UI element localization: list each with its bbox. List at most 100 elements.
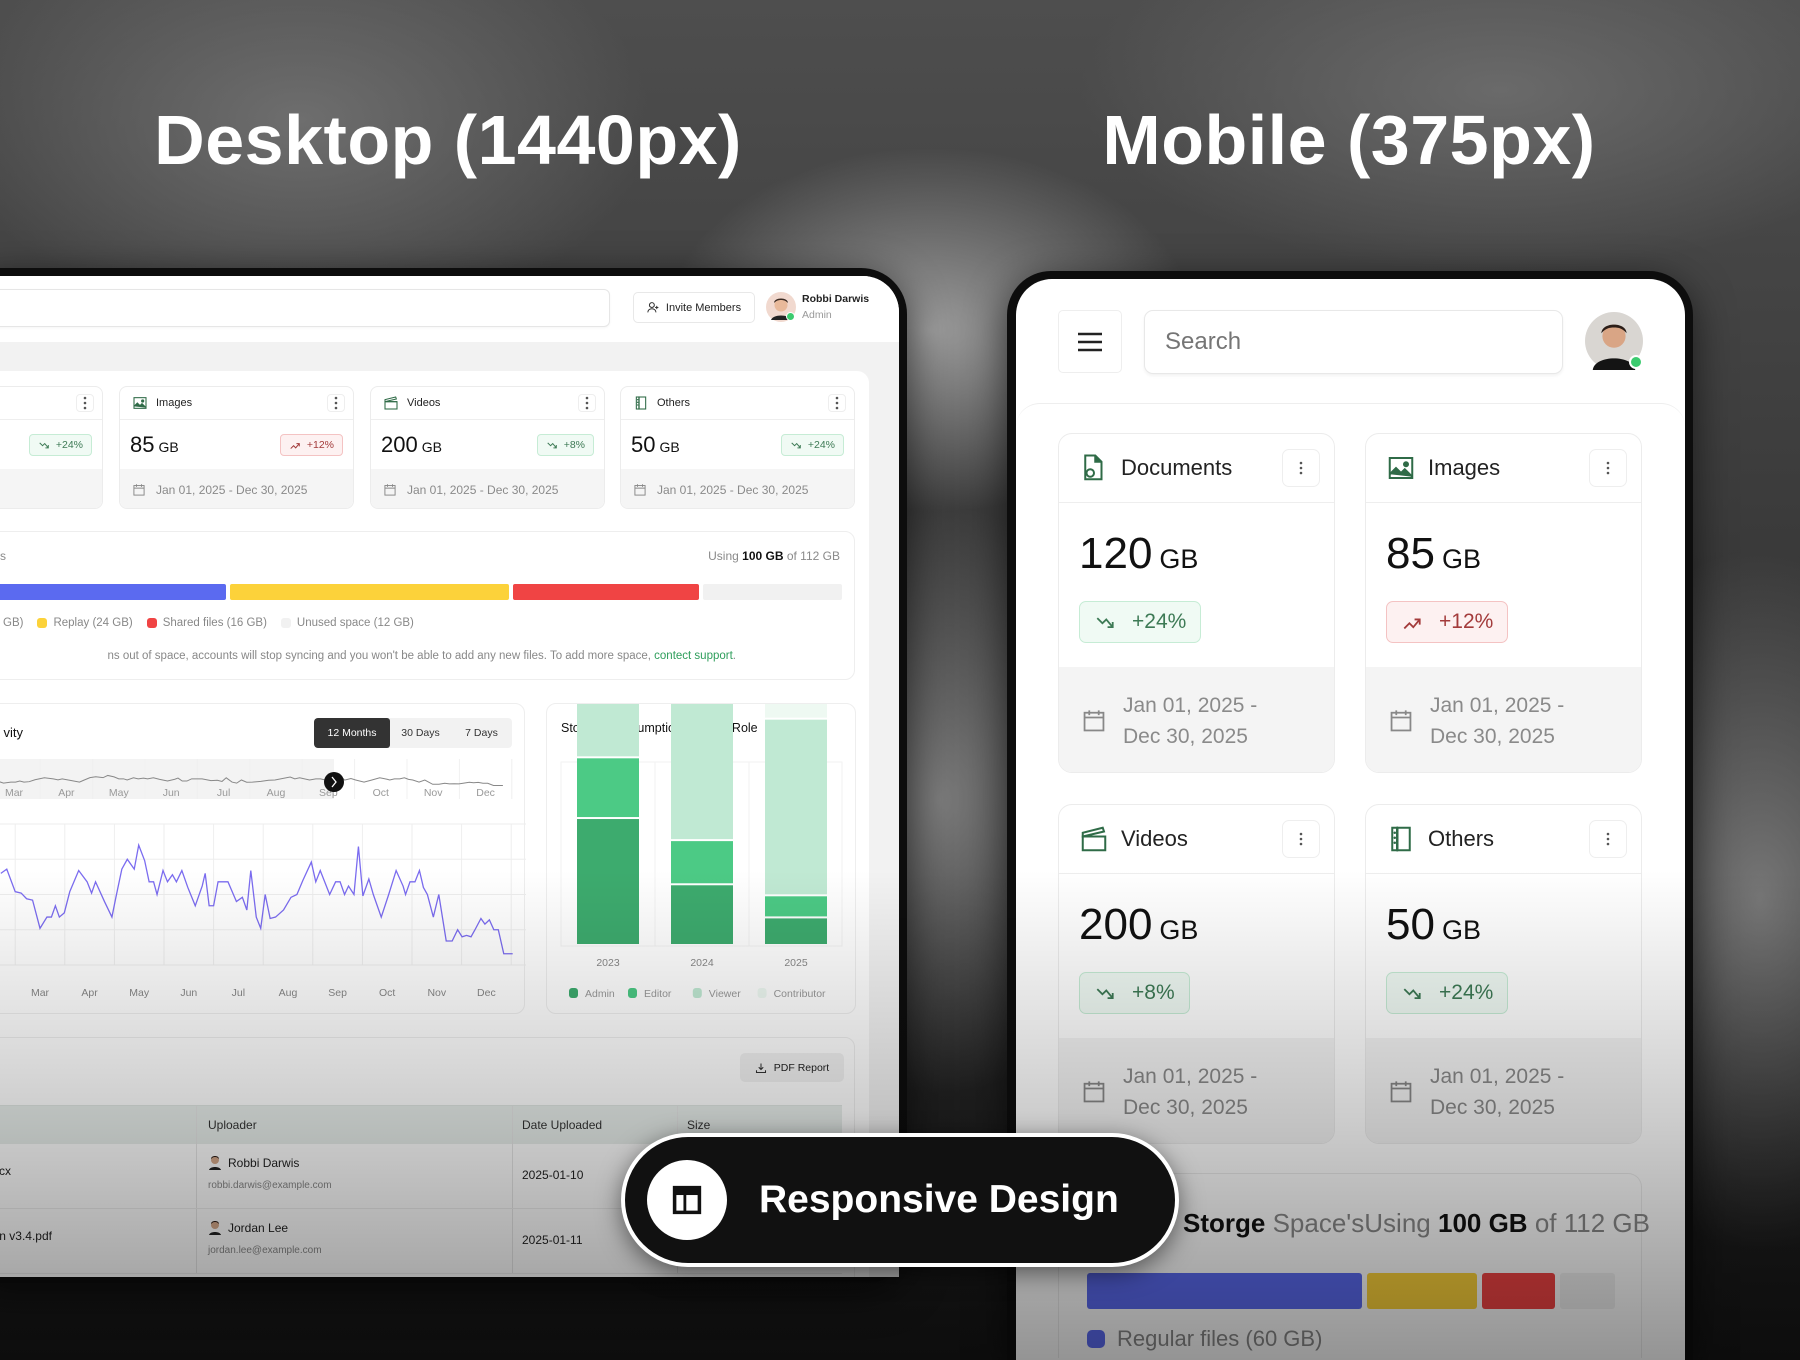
pdf-report-button[interactable]: PDF Report [740,1053,844,1082]
x-tick-label: Mar [31,987,50,999]
file-name[interactable]: 1.0.docx [0,1164,11,1178]
search-input[interactable] [1144,310,1563,374]
video-icon [384,396,398,410]
storage-card: 's Using 100 GB of 112 GB GB) Replay (24… [0,531,855,680]
bar-viewer-2025 [765,719,827,895]
layout-icon [647,1160,727,1240]
brush-handle-circle [324,772,344,792]
card-value: 50 GB +24% [1366,874,1641,1038]
usage-total: of 112 GB [1534,1208,1650,1238]
online-status-dot [1629,355,1643,369]
role-stacked-bar-chart: 2023 2024 2025 Admin Editor Viewer Contributor [560,704,843,1000]
trend-down-icon [1096,988,1114,1000]
column-header-date[interactable]: Date Uploaded [522,1118,602,1132]
storage-amount: 50 [1386,900,1435,949]
bar-admin-2025 [765,918,827,944]
contact-support-link[interactable]: contect support [654,650,733,662]
usage-total: of 112 GB [786,549,840,563]
column-header-size[interactable]: Size [687,1118,710,1132]
storage-unit: GB [421,439,442,455]
bar-editor-2025 [765,896,827,917]
more-options-button[interactable] [327,394,345,412]
legend-swatch [37,618,48,628]
storage-note: ns out of space, accounts will stop sync… [108,650,737,662]
legend-label: Editor [644,988,672,1000]
user-plus-icon [647,302,659,313]
legend-item: Replay (24 GB) [37,617,133,629]
more-options-button[interactable] [578,394,596,412]
desktop-heading: Desktop (1440px) [154,101,742,179]
avatar[interactable] [766,292,796,322]
mini-x-tick-label: May [109,787,130,799]
activity-line-chart: MarMarAprAprMayMayJunJunJulJulAugAugSepS… [0,759,526,999]
storage-unit: GB [1441,544,1481,574]
legend-swatch [146,618,157,628]
hamburger-icon [1078,332,1102,351]
kebab-icon [1606,461,1610,475]
storage-amount: 50 [631,431,656,457]
card-value: 120GB +24% [1059,503,1334,667]
usage-used: 100 GB [742,549,784,563]
invite-members-label: Invite Members [665,301,742,314]
more-options-button[interactable] [1282,820,1320,858]
kebab-icon [835,396,839,410]
legend-swatch [1087,1330,1105,1348]
change-value: +24% [1439,981,1494,1004]
kebab-icon [83,396,87,410]
more-options-button[interactable] [1282,449,1320,487]
storage-unit: GB [1441,915,1481,945]
uploader-avatar [209,1156,221,1170]
card-title: Videos [407,397,441,409]
calendar-icon [1083,709,1105,731]
x-tick-label: Sep [328,987,347,999]
card-title: Images [1428,455,1501,480]
book-icon [1391,826,1411,852]
badge-label: Responsive Design [759,1178,1119,1221]
storage-bar [1087,1273,1615,1309]
download-icon [755,1063,766,1073]
avatar[interactable] [1585,312,1643,370]
storage-bar [0,584,842,600]
date-uploaded: 2025-01-10 [522,1168,584,1182]
card-date-range: Jan 01, 2025 - Dec 30, 2025 [1366,1038,1641,1143]
more-options-button[interactable] [1589,449,1627,487]
column-header-uploader[interactable]: Uploader [208,1118,257,1132]
bar-editor-2024 [671,841,733,884]
legend-label: Admin [585,988,615,1000]
legend-label: Regular files (60 GB) [1117,1326,1323,1351]
search-input[interactable] [0,289,610,327]
storage-segment-3 [702,584,842,600]
card-date-range: Jan 01, 2025 - Dec 30, 2025 [120,469,353,508]
top-bar: Invite Members Robbi Darwis Admin [0,276,899,342]
activity-card: vity 12 Months 30 Days 7 Days Mar Mar Apr A… [0,703,526,1014]
change-badge: +12% [1386,601,1509,643]
x-tick-label: May [129,987,150,999]
stat-card-images: Images 85 GB +12% Jan 01, 2025 - Dec 30, 2… [119,386,354,509]
mini-x-tick-label: Jun [163,787,180,799]
more-options-button[interactable] [1589,820,1627,858]
menu-button[interactable] [1058,310,1122,373]
more-options-button[interactable] [828,394,846,412]
x-tick-label: Dec [477,987,496,999]
more-options-button[interactable] [76,394,94,412]
card-title: Documents [1121,455,1233,480]
brush-handle[interactable] [324,772,344,792]
legend-swatch [280,618,291,628]
date-range: Jan 01, 2025 - Dec 30, 2025 [1430,693,1565,748]
card-title: Images [156,397,193,409]
invite-members-button[interactable]: Invite Members [633,292,755,323]
card-value: 85 GB +12% [120,420,353,469]
storage-unit: GB [1159,544,1199,574]
card-header: Videos [1059,805,1334,874]
change-value: +24% [1132,610,1187,633]
file-name[interactable]: chPlan v3.4.pdf [0,1229,52,1243]
uploader-email: jordan.lee@example.com [208,1245,322,1256]
storage-amount: 200 [381,431,418,457]
stat-card-videos: Videos 200 GB +8% Jan 01, 2025 - Dec 30, 2… [1058,804,1335,1144]
calendar-icon [634,483,646,496]
storage-unit: GB [1159,915,1199,945]
mini-x-tick-label: Jul [217,787,230,799]
card-header: Videos [371,387,604,420]
user-role: Admin [802,309,832,321]
stat-card-others: Others 50 GB +24% Jan 01, 2025 - Dec 30, 2… [1365,804,1642,1144]
